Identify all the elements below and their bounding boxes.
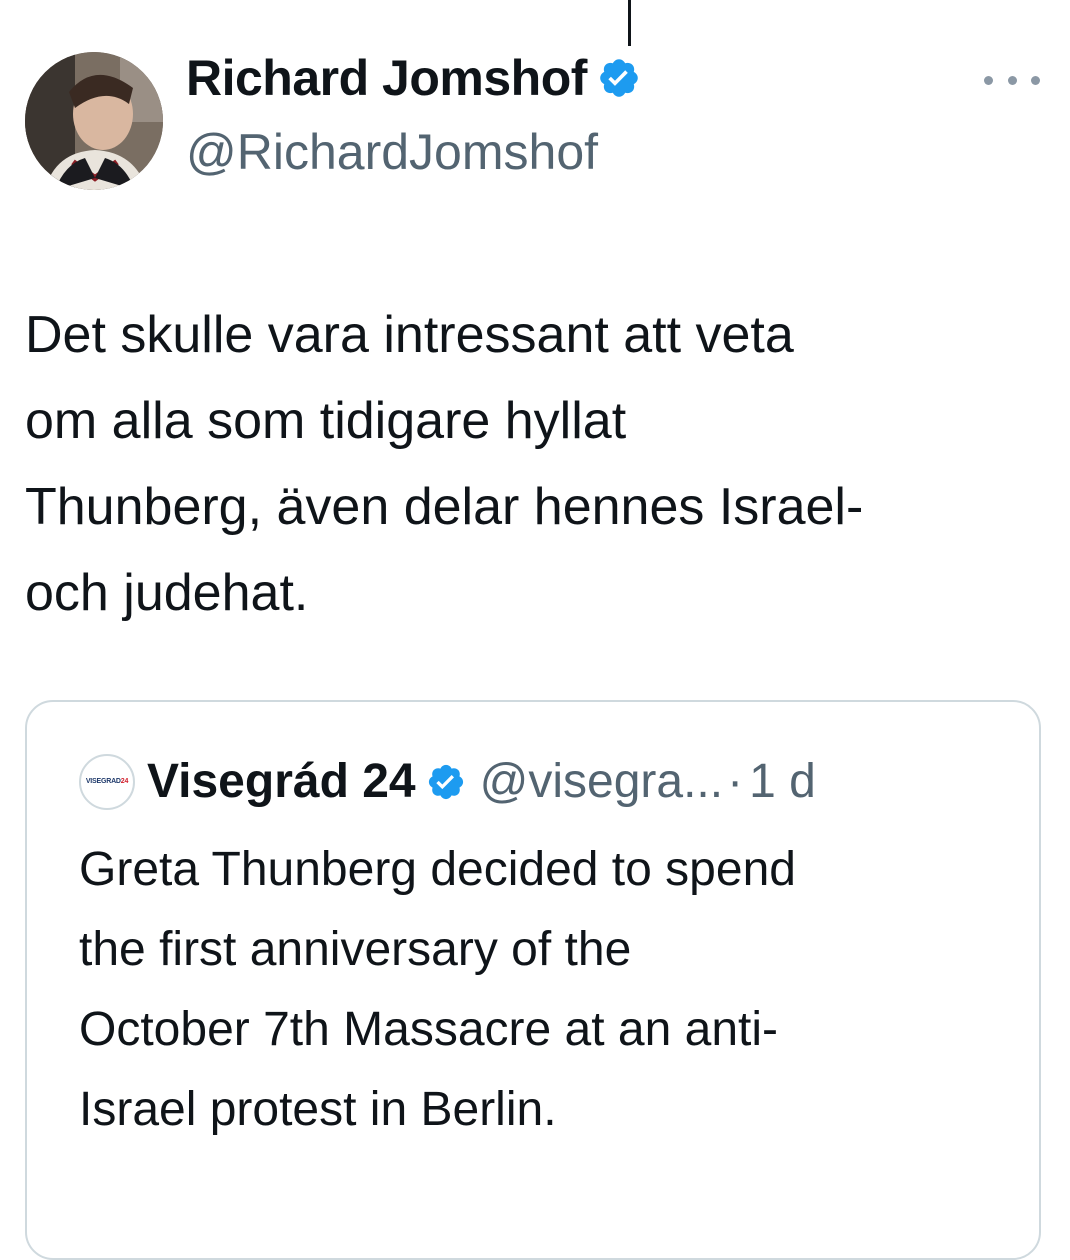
more-dot [1031,75,1040,85]
author-name[interactable]: Richard Jomshof [186,48,587,108]
author-name-row[interactable]: Richard Jomshof [186,48,641,108]
more-dot [1007,75,1017,85]
avatar-photo [25,52,163,190]
verified-badge-icon [597,56,641,100]
more-options-icon[interactable] [984,66,1040,94]
tweet-text: Det skulle vara intressant att veta om a… [25,306,864,622]
quoted-tweet-text: Greta Thunberg decided to spend the firs… [79,843,796,1136]
author-handle[interactable]: @RichardJomshof [186,122,598,182]
quoted-avatar-logo: VISEGRAD24 [85,778,129,785]
quoted-author-name[interactable]: Visegrád 24 [147,752,416,812]
quoted-author-handle[interactable]: @visegra... [480,752,723,812]
thread-connector-line [628,0,631,46]
quoted-tweet-card[interactable]: VISEGRAD24 Visegrád 24 @visegra... · 1 d… [25,700,1041,1260]
verified-badge-icon [426,762,466,802]
quoted-tweet-timestamp[interactable]: 1 d [749,752,816,812]
separator-dot: · [727,755,744,808]
quoted-author-avatar[interactable]: VISEGRAD24 [79,754,135,810]
more-dot [984,75,993,85]
author-avatar[interactable] [25,52,163,190]
quoted-tweet-header: VISEGRAD24 Visegrád 24 @visegra... · 1 d [79,752,816,812]
